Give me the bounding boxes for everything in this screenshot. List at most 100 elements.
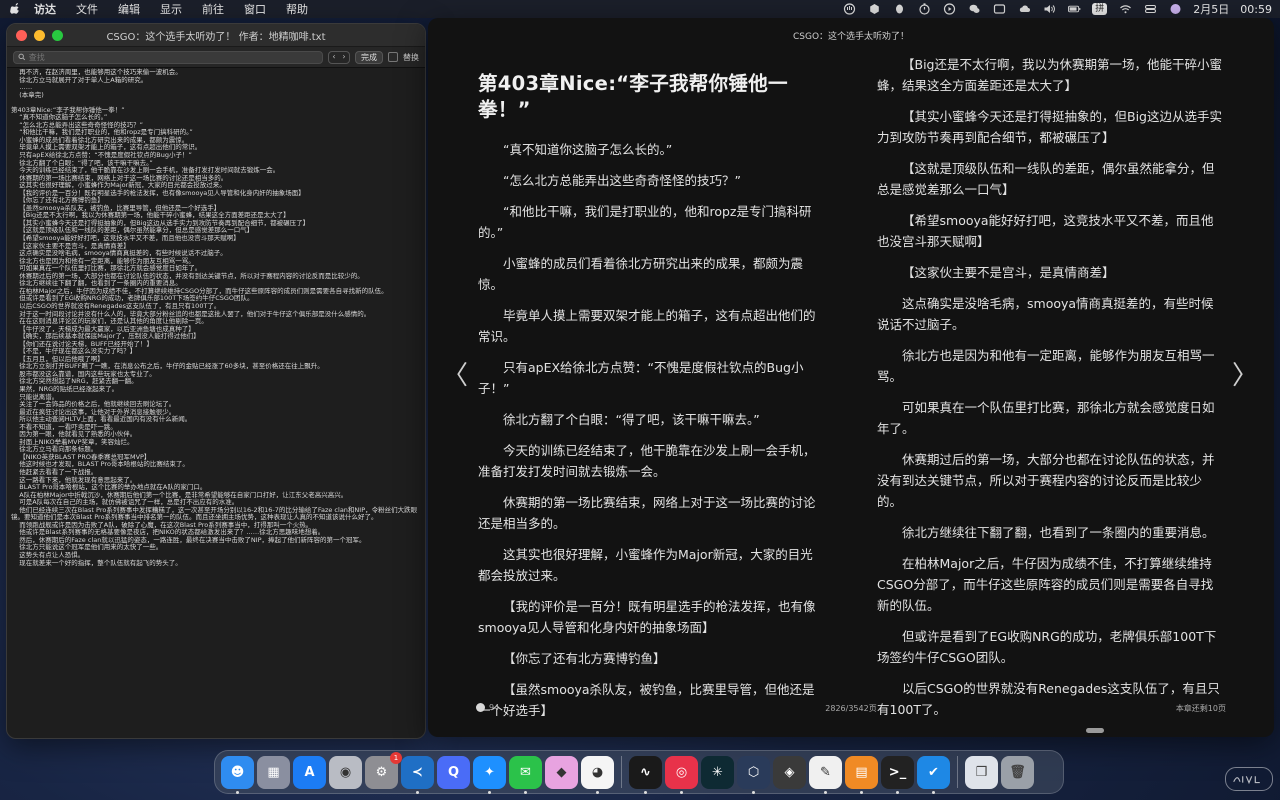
qq-status-icon[interactable] — [892, 3, 906, 15]
close-button[interactable] — [16, 29, 27, 41]
menu-file[interactable]: 文件 — [76, 1, 98, 17]
davinci-resolve-icon: ◈ — [784, 764, 795, 780]
dock-app-cube-app[interactable]: ⬡ — [737, 755, 770, 794]
play-circle-icon[interactable] — [942, 3, 956, 15]
dock-downloads-stack[interactable]: ❒ — [965, 755, 998, 789]
find-navigation: ‹ › — [328, 50, 350, 64]
running-indicator — [896, 790, 899, 794]
safari-icon: ✦ — [484, 764, 495, 780]
dock-app-lark[interactable]: ◆ — [545, 755, 578, 789]
running-indicator — [236, 790, 239, 794]
dock-app-quark[interactable]: Q — [437, 755, 470, 789]
menu-date[interactable]: 2月5日 — [1193, 1, 1229, 17]
hexagon-icon[interactable] — [867, 3, 881, 15]
menu-app-name[interactable]: 访达 — [34, 1, 56, 17]
paragraph: 【这家伙主要不是宫斗，是真情商差】 — [902, 265, 1115, 280]
search-icon — [18, 53, 26, 61]
dock-app-launchpad[interactable]: ▦ — [257, 755, 290, 789]
dock-app-textedit[interactable]: ✎ — [809, 755, 842, 794]
dock-app-books[interactable]: ▤ — [845, 755, 878, 794]
baidu-netdisk-icon: ✔ — [928, 764, 939, 780]
next-page-button[interactable]: 〉 — [1232, 363, 1258, 389]
cloud-icon[interactable] — [1017, 3, 1031, 15]
dock-app-app-store[interactable]: A — [293, 755, 326, 789]
launchpad-icon: ▦ — [267, 764, 280, 780]
paragraph: 小蜜蜂的成员们看着徐北方研究出来的成果，都颇为震惊。 — [478, 256, 804, 292]
dock-trash[interactable]: 🗑 — [1001, 755, 1034, 789]
find-bar: ‹ › 完成 替换 — [7, 47, 425, 68]
replace-checkbox[interactable] — [388, 52, 398, 62]
timer-icon[interactable] — [917, 3, 931, 15]
menu-bar: 访达 文件 编辑 显示 前往 窗口 帮助 拼 2月5日 00:59 — [0, 0, 1280, 18]
menu-view[interactable]: 显示 — [160, 1, 182, 17]
dock-app-system-settings[interactable]: ⚙ 1 — [365, 751, 402, 789]
paragraph: 【其实小蜜蜂今天还是打得挺抽象的，但Big这边从选手实力到攻防节奏再到配合细节，… — [877, 109, 1222, 145]
menu-time[interactable]: 00:59 — [1240, 3, 1272, 16]
dock-app-safari[interactable]: ✦ — [473, 755, 506, 794]
menu-go[interactable]: 前往 — [202, 1, 224, 17]
running-indicator — [860, 790, 863, 794]
chapter-remaining: 本章还剩10页 — [1175, 704, 1226, 713]
text-editor-titlebar[interactable]: CSGO：这个选手太听劝了！ 作者：地精咖啡.txt — [7, 24, 425, 47]
window-icon[interactable] — [992, 3, 1006, 15]
control-center-icon[interactable] — [1143, 3, 1157, 15]
running-indicator — [488, 790, 491, 794]
apple-icon[interactable] — [8, 2, 22, 16]
find-next-button[interactable]: › — [339, 52, 349, 63]
paragraph: 【Big还是不太行啊，我以为休赛期第一场，他能干碎小蜜蜂，结果这全方面差距还是太… — [877, 57, 1222, 93]
resize-handle[interactable] — [1086, 728, 1104, 733]
dock: ☻ ▦ A ◉ ⚙ 1 ≺ Q ✦ ✉ ◆ ◕ ∿ ◎ ✳ ⬡ ◈ ✎ ▤ >_ ✔ ❒ 🗑 — [214, 750, 1064, 794]
menu-help[interactable]: 帮助 — [286, 1, 308, 17]
minimize-button[interactable] — [34, 29, 45, 41]
page-counter: 2826/3542页 — [825, 704, 877, 713]
vscode-icon: ≺ — [412, 764, 423, 780]
paragraph: “怎么北方总能弄出这些奇奇怪怪的技巧？” — [503, 173, 741, 188]
paragraph: 【希望smooya能好好打吧，这竞技水平又不差，而且他也没宫斗那天赋啊】 — [877, 213, 1214, 249]
volume-icon[interactable] — [1042, 3, 1056, 15]
dock-app-vscode[interactable]: ≺ — [401, 755, 434, 794]
running-indicator — [752, 790, 755, 794]
running-indicator — [824, 790, 827, 794]
find-previous-button[interactable]: ‹ — [329, 52, 339, 63]
dock-app-activity-monitor[interactable]: ∿ — [629, 755, 662, 794]
running-indicator — [932, 790, 935, 794]
dock-app-terminal[interactable]: >_ — [881, 755, 914, 794]
paragraph: 毕竟单人摸上需要双架才能上的箱子，这有点超出他们的常识。 — [478, 308, 816, 344]
wifi-icon[interactable] — [1118, 3, 1132, 15]
document-title: CSGO：这个选手太听劝了！ 作者：地精咖啡.txt — [106, 31, 326, 43]
watermark — [1225, 767, 1273, 791]
dock-app-finder[interactable]: ☻ — [221, 755, 254, 794]
find-input[interactable] — [28, 52, 322, 62]
document-body[interactable]: 再不济，在赵济周里，也能够用这个技巧来偷一波机会。 徐北方立马就展开了对于单人上… — [7, 67, 425, 738]
running-indicator — [416, 790, 419, 794]
activity-monitor-icon: ∿ — [640, 764, 651, 780]
siri-icon[interactable] — [1168, 3, 1182, 15]
paragraph: 今天的训练已经结束了，他干脆靠在沙发上刷一会手机，准备打发打发时间就去锻炼一会。 — [478, 443, 816, 479]
wechat-icon: ✉ — [520, 764, 531, 780]
dock-app-wechat[interactable]: ✉ — [509, 755, 542, 794]
dock-app-perplexity[interactable]: ✳ — [701, 755, 734, 789]
dock-app-netease-music[interactable]: ◎ — [665, 755, 698, 794]
dock-app-baidu-netdisk[interactable]: ✔ — [917, 755, 950, 794]
dock-separator — [957, 756, 958, 788]
find-field[interactable] — [13, 50, 323, 64]
textedit-icon: ✎ — [820, 764, 831, 780]
dock-app-davinci-resolve[interactable]: ◈ — [773, 755, 806, 789]
paragraph: 【你忘了还有北方赛博钓鱼】 — [503, 651, 666, 666]
wechat-status-icon[interactable] — [967, 3, 981, 15]
dock-app-screenshot[interactable]: ◉ — [329, 755, 362, 789]
menu-window[interactable]: 窗口 — [244, 1, 266, 17]
system-settings-icon: ⚙ — [375, 764, 388, 780]
downloads-stack-icon: ❒ — [975, 764, 988, 780]
zoom-button[interactable] — [52, 29, 63, 41]
hand-icon[interactable] — [842, 3, 856, 15]
input-method-indicator[interactable]: 拼 — [1092, 3, 1108, 15]
battery-icon[interactable] — [1067, 3, 1081, 15]
menu-edit[interactable]: 编辑 — [118, 1, 140, 17]
done-button[interactable]: 完成 — [355, 50, 383, 64]
right-page-column: 【Big还是不太行啊，我以为休赛期第一场，他能干碎小蜜蜂，结果这全方面差距还是太… — [877, 54, 1223, 730]
dock-app-qq[interactable]: ◕ — [581, 755, 614, 794]
qq-icon: ◕ — [591, 764, 604, 780]
paragraph: 这其实也很好理解，小蜜蜂作为Major新冠，大家的目光都会投放过来。 — [478, 547, 813, 583]
previous-page-button[interactable]: 〈 — [442, 363, 468, 389]
